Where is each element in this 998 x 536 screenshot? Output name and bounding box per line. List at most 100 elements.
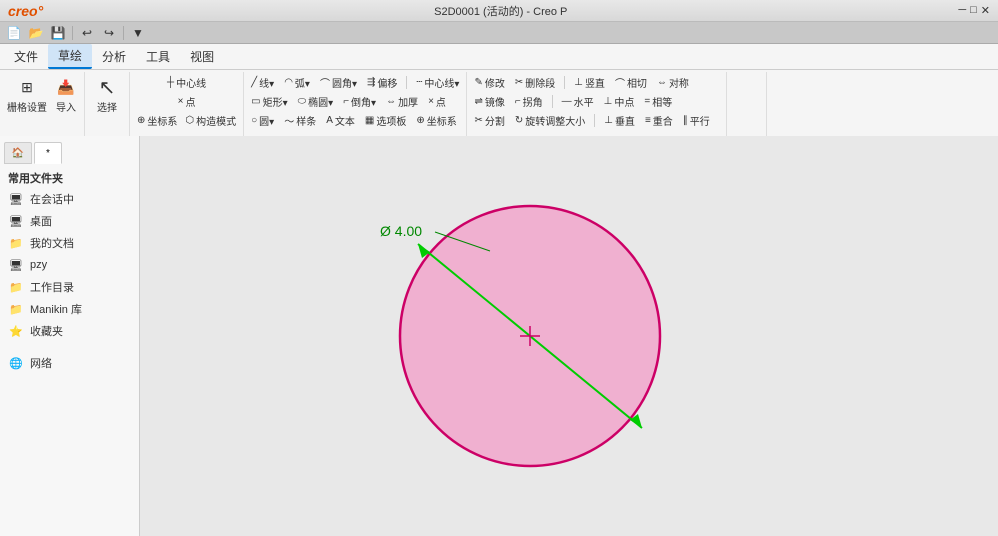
spline-label: 样条 bbox=[296, 113, 316, 128]
qa-open-button[interactable]: 📂 bbox=[26, 24, 46, 42]
chamfer-label: 倒角▾ bbox=[351, 94, 376, 109]
coinc-button[interactable]: ≡重合 bbox=[642, 112, 676, 129]
import-icon: 📥 bbox=[55, 76, 77, 98]
thicken-button[interactable]: ⇔加厚 bbox=[383, 93, 421, 110]
window-controls[interactable]: ─ □ ✕ bbox=[958, 4, 990, 17]
centerline-button[interactable]: ┼ 中心线 bbox=[164, 74, 209, 91]
import-label: 导入 bbox=[56, 99, 76, 114]
sidebar: 🏠 * 常用文件夹 🖥 在会话中 🖥 桌面 📁 我的文档 🖥 pzy 📁 工作目… bbox=[0, 136, 140, 536]
qa-new-button[interactable]: 📄 bbox=[4, 24, 24, 42]
point-label: 点 bbox=[185, 94, 195, 109]
rect-button[interactable]: ▭矩形▾ bbox=[248, 93, 290, 110]
modify-button[interactable]: ✎修改 bbox=[471, 74, 507, 91]
perp-button[interactable]: ⊥垂直 bbox=[601, 112, 638, 129]
select-icon: ↖ bbox=[96, 76, 118, 98]
offset-label: 偏移 bbox=[377, 75, 397, 90]
qa-redo-button[interactable]: ↪ bbox=[99, 24, 119, 42]
perp-label: 垂直 bbox=[615, 113, 635, 128]
pt-button[interactable]: ×点 bbox=[425, 93, 449, 110]
ellipse-button[interactable]: ⬭椭圆▾ bbox=[295, 93, 337, 110]
datum-buttons-3: ⊕ 坐标系 ⬡ 构造模式 bbox=[134, 112, 239, 129]
parallel-button[interactable]: ∥平行 bbox=[680, 112, 713, 129]
app-logo: creo° bbox=[8, 3, 43, 19]
circle-icon: ○ bbox=[251, 115, 257, 126]
vertical-icon: ⊥ bbox=[574, 77, 583, 88]
desktop-label: 桌面 bbox=[30, 213, 52, 229]
quick-access-toolbar: 📄 📂 💾 ↩ ↪ ▼ bbox=[0, 22, 998, 44]
datum-buttons: ┼ 中心线 bbox=[164, 74, 209, 91]
vertical-button[interactable]: ⊥竖直 bbox=[571, 74, 608, 91]
coord-button[interactable]: ⊕ 坐标系 bbox=[134, 112, 180, 129]
qa-undo-button[interactable]: ↩ bbox=[77, 24, 97, 42]
circle-button[interactable]: ○圆▾ bbox=[248, 112, 277, 129]
menu-analysis[interactable]: 分析 bbox=[92, 45, 136, 68]
sidebar-item-manikin[interactable]: 📁 Manikin 库 bbox=[0, 298, 139, 320]
close-button[interactable]: ✕ bbox=[981, 4, 990, 17]
edit-sep-3 bbox=[594, 114, 595, 127]
edit-row-1: ✎修改 ✂删除段 ⊥竖直 ⌒相切 ⇔对称 bbox=[471, 74, 722, 91]
network-icon: 🌐 bbox=[8, 355, 24, 371]
coord2-button[interactable]: ⊕坐标系 bbox=[413, 112, 459, 129]
import-button[interactable]: 📥 导入 bbox=[52, 74, 80, 116]
arc-button[interactable]: ◠弧▾ bbox=[281, 74, 313, 91]
sidebar-item-workdir[interactable]: 📁 工作目录 bbox=[0, 276, 139, 298]
mirror-icon: ⇌ bbox=[474, 96, 482, 107]
corner-button[interactable]: ⌐拐角 bbox=[512, 93, 546, 110]
point-button[interactable]: × 点 bbox=[175, 93, 199, 110]
construct-label: 构造模式 bbox=[196, 113, 236, 128]
chamfer-button[interactable]: ⌐倒角▾ bbox=[340, 93, 379, 110]
mirror-button[interactable]: ⇌镜像 bbox=[471, 93, 507, 110]
maximize-button[interactable]: □ bbox=[970, 4, 977, 17]
sidebar-tab-starred[interactable]: * bbox=[34, 142, 62, 164]
menu-file[interactable]: 文件 bbox=[4, 45, 48, 68]
cline-icon: ┄ bbox=[416, 77, 422, 88]
manikin-label: Manikin 库 bbox=[30, 301, 82, 317]
offset-icon: ⇶ bbox=[367, 77, 375, 88]
construct-button[interactable]: ⬡ 构造模式 bbox=[182, 112, 239, 129]
canvas-area[interactable]: Ø 4.00 bbox=[140, 136, 998, 536]
horiz-button[interactable]: —水平 bbox=[559, 93, 597, 110]
minimize-button[interactable]: ─ bbox=[958, 4, 966, 17]
palette-icon: ▦ bbox=[365, 115, 374, 126]
grid-settings-button[interactable]: ⊞ 栅格设置 bbox=[4, 74, 50, 116]
sidebar-item-favorites[interactable]: ⭐ 收藏夹 bbox=[0, 320, 139, 342]
qa-save-button[interactable]: 💾 bbox=[48, 24, 68, 42]
equal-label: 相等 bbox=[652, 94, 672, 109]
fillet-button[interactable]: ⌒圆角▾ bbox=[317, 74, 360, 91]
split-button[interactable]: ✂分割 bbox=[471, 112, 507, 129]
trim-button[interactable]: ✂删除段 bbox=[512, 74, 558, 91]
horiz-label: 水平 bbox=[574, 94, 594, 109]
sym-button[interactable]: ⇔对称 bbox=[654, 74, 692, 91]
sketch-sep-1 bbox=[406, 76, 407, 89]
menu-sketch[interactable]: 草绘 bbox=[48, 44, 92, 69]
text-button[interactable]: A文本 bbox=[323, 112, 358, 129]
qa-more-button[interactable]: ▼ bbox=[128, 24, 148, 42]
sidebar-tab-home[interactable]: 🏠 bbox=[4, 142, 32, 164]
workdir-icon: 📁 bbox=[8, 279, 24, 295]
sketch-row-1: ╱线▾ ◠弧▾ ⌒圆角▾ ⇶偏移 ┄中心线▾ bbox=[248, 74, 462, 91]
sidebar-item-network[interactable]: 🌐 网络 bbox=[0, 352, 139, 374]
rotate-btn[interactable]: ↻旋转调整大小 bbox=[512, 112, 588, 129]
thicken-icon: ⇔ bbox=[386, 96, 396, 107]
sidebar-item-desktop[interactable]: 🖥 桌面 bbox=[0, 210, 139, 232]
midpt-button[interactable]: ⊥中点 bbox=[601, 93, 638, 110]
spline-button[interactable]: 〜样条 bbox=[281, 112, 319, 129]
sidebar-item-mydocs[interactable]: 📁 我的文档 bbox=[0, 232, 139, 254]
sidebar-item-session[interactable]: 🖥 在会话中 bbox=[0, 188, 139, 210]
tangent-button[interactable]: ⌒相切 bbox=[612, 74, 650, 91]
favorites-icon: ⭐ bbox=[8, 323, 24, 339]
select-button[interactable]: ↖ 选择 bbox=[89, 74, 125, 116]
sketch-row-2: ▭矩形▾ ⬭椭圆▾ ⌐倒角▾ ⇔加厚 ×点 bbox=[248, 93, 462, 110]
network-label: 网络 bbox=[30, 355, 52, 371]
fillet-label: 圆角▾ bbox=[332, 75, 357, 90]
equal-button[interactable]: =相等 bbox=[641, 93, 675, 110]
cline-button[interactable]: ┄中心线▾ bbox=[413, 74, 462, 91]
line-button[interactable]: ╱线▾ bbox=[248, 74, 277, 91]
menu-view[interactable]: 视图 bbox=[180, 45, 224, 68]
offset-button[interactable]: ⇶偏移 bbox=[364, 74, 400, 91]
palette-button[interactable]: ▦选项板 bbox=[362, 112, 409, 129]
menu-tools[interactable]: 工具 bbox=[136, 45, 180, 68]
sidebar-item-pzy[interactable]: 🖥 pzy bbox=[0, 254, 139, 276]
split-icon: ✂ bbox=[474, 115, 482, 126]
horiz-icon: — bbox=[562, 96, 572, 107]
